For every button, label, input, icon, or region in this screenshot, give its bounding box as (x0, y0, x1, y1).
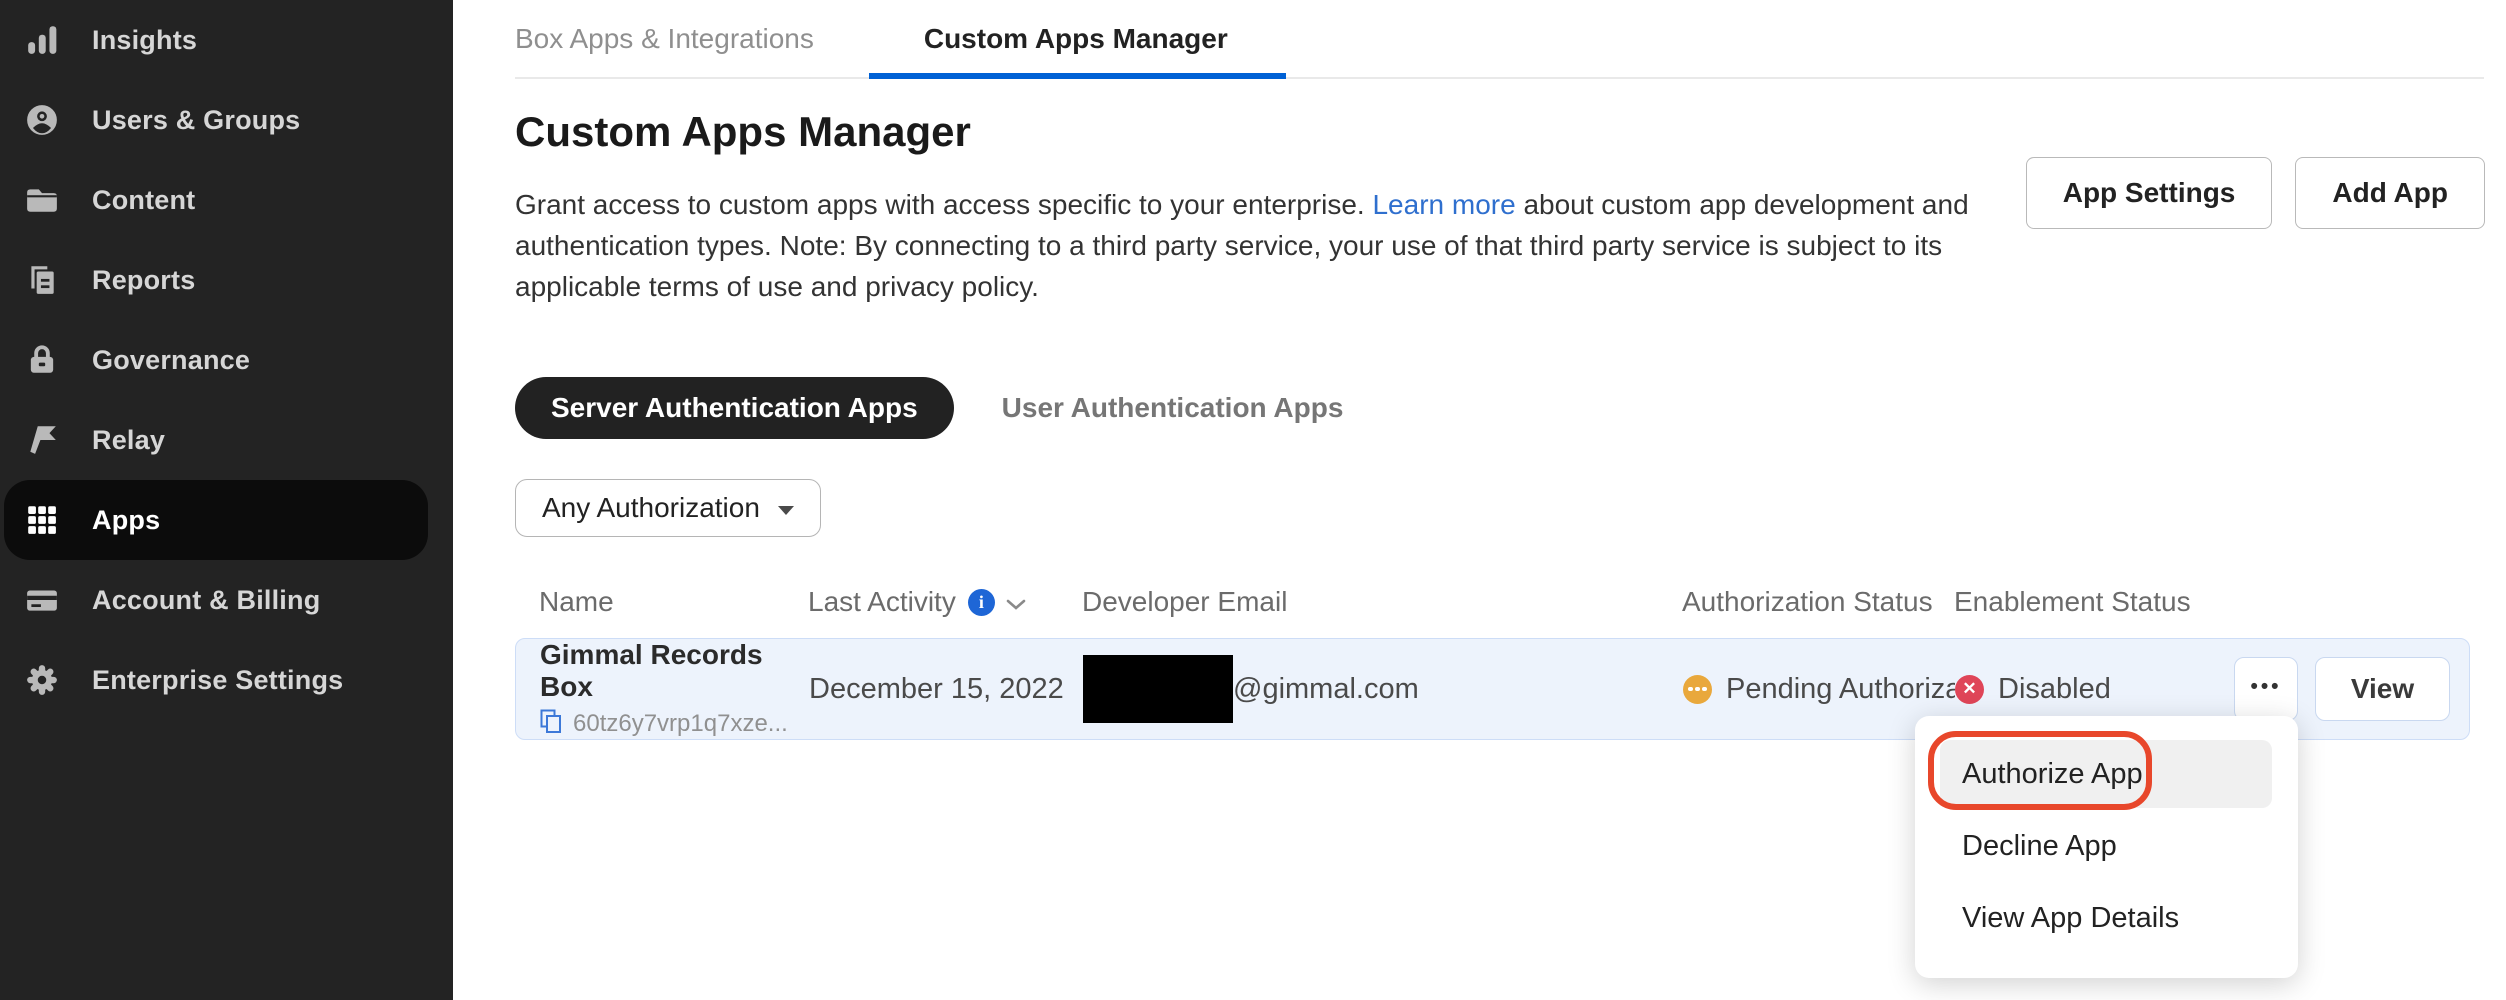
learn-more-link[interactable]: Learn more (1372, 189, 1515, 220)
authorization-status-text: Pending Authorization (1726, 673, 1955, 706)
sidebar: Insights Users & Groups Content (0, 0, 453, 1000)
sidebar-item-label: Relay (92, 425, 165, 456)
sidebar-item-account-billing[interactable]: Account & Billing (0, 560, 453, 640)
filter-selected-value: Any Authorization (542, 492, 760, 524)
description-text-1: Grant access to custom apps with access … (515, 189, 1372, 220)
tab-custom-apps-manager[interactable]: Custom Apps Manager (924, 0, 1228, 77)
sidebar-item-enterprise-settings[interactable]: Enterprise Settings (0, 640, 453, 720)
row-actions: ••• View (2234, 657, 2450, 721)
sidebar-item-label: Content (92, 185, 195, 216)
sidebar-item-relay[interactable]: Relay (0, 400, 453, 480)
sidebar-item-label: Apps (92, 505, 160, 536)
insights-icon (25, 23, 59, 57)
column-header-developer-email: Developer Email (1082, 586, 1682, 618)
more-options-button[interactable]: ••• (2234, 657, 2298, 721)
redacted-email-block (1083, 655, 1233, 723)
sidebar-item-insights[interactable]: Insights (0, 0, 453, 80)
sidebar-item-label: Enterprise Settings (92, 665, 343, 696)
menu-item-authorize-app[interactable]: Authorize App (1940, 740, 2272, 808)
sidebar-item-reports[interactable]: Reports (0, 240, 453, 320)
users-groups-icon (25, 103, 59, 137)
page-title: Custom Apps Manager (515, 108, 2506, 156)
sort-chevron-down-icon[interactable] (1005, 586, 1027, 618)
governance-lock-icon (25, 343, 59, 377)
sidebar-item-label: Reports (92, 265, 195, 296)
app-name: Gimmal Records Box (540, 639, 809, 703)
column-header-name: Name (539, 586, 808, 618)
info-icon[interactable]: i (968, 589, 995, 616)
menu-item-view-app-details[interactable]: View App Details (1915, 882, 2298, 954)
chevron-down-icon (778, 506, 794, 515)
row-context-menu: Authorize App Decline App View App Detai… (1915, 716, 2298, 978)
view-button[interactable]: View (2315, 657, 2450, 721)
authorization-filter-dropdown[interactable]: Any Authorization (515, 479, 821, 537)
add-app-button[interactable]: Add App (2295, 157, 2485, 229)
sidebar-item-apps[interactable]: Apps (4, 480, 428, 560)
tab-box-apps-integrations[interactable]: Box Apps & Integrations (515, 0, 814, 77)
sidebar-item-label: Governance (92, 345, 250, 376)
table-header-row: Name Last Activity i Developer Email Aut… (515, 572, 2470, 632)
last-activity-cell: December 15, 2022 (809, 673, 1083, 706)
apps-grid-icon (25, 503, 59, 537)
developer-email-cell: @gimmal.com (1083, 655, 1683, 723)
authorization-status-cell: Pending Authorization (1683, 673, 1955, 706)
sidebar-item-label: Account & Billing (92, 585, 320, 616)
app-name-cell: Gimmal Records Box 60tz6y7vrp1q7xze... (540, 639, 809, 739)
sidebar-item-label: Users & Groups (92, 105, 300, 136)
pending-status-icon (1683, 675, 1712, 704)
header-buttons: App Settings Add App (2026, 157, 2485, 229)
auth-type-tabs: Server Authentication Apps User Authenti… (515, 377, 2506, 439)
sidebar-item-content[interactable]: Content (0, 160, 453, 240)
sidebar-item-users-groups[interactable]: Users & Groups (0, 80, 453, 160)
sidebar-item-governance[interactable]: Governance (0, 320, 453, 400)
app-settings-button[interactable]: App Settings (2026, 157, 2273, 229)
reports-icon (25, 263, 59, 297)
enterprise-settings-gear-icon (25, 663, 59, 697)
menu-item-decline-app[interactable]: Decline App (1915, 810, 2298, 882)
email-suffix: @gimmal.com (1233, 673, 1419, 706)
column-header-enablement-status: Enablement Status (1954, 586, 2470, 618)
top-tabs: Box Apps & Integrations Custom Apps Mana… (515, 0, 2484, 79)
column-header-last-activity[interactable]: Last Activity i (808, 586, 1082, 618)
sidebar-item-label: Insights (92, 25, 197, 56)
account-billing-icon (25, 583, 59, 617)
relay-flag-icon (25, 423, 59, 457)
tab-user-authentication-apps[interactable]: User Authentication Apps (1002, 377, 1344, 439)
copy-icon[interactable] (540, 709, 563, 739)
page-description: Grant access to custom apps with access … (515, 184, 1990, 307)
enablement-status-text: Disabled (1998, 673, 2111, 706)
content-folder-icon (25, 183, 59, 217)
column-header-authorization-status: Authorization Status (1682, 586, 1954, 618)
disabled-status-icon: ✕ (1955, 675, 1984, 704)
tab-server-authentication-apps[interactable]: Server Authentication Apps (515, 377, 954, 439)
app-id: 60tz6y7vrp1q7xze... (573, 710, 788, 738)
